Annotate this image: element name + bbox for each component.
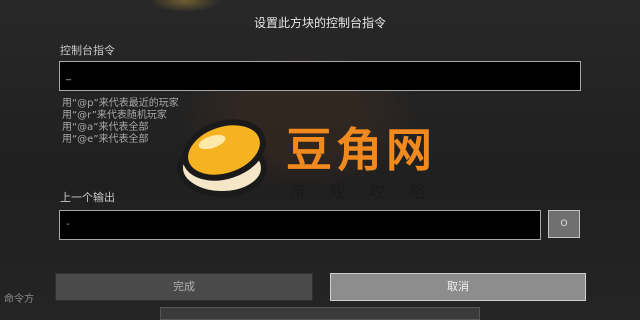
screen-title: 设置此方块的控制台指令 (253, 16, 386, 30)
cancel-button[interactable]: 取消 (330, 273, 586, 301)
hotbar (160, 307, 480, 320)
hint-line: 用“@r”来代表随机玩家 (62, 110, 167, 121)
command-label: 控制台指令 (60, 44, 115, 57)
bean-logo-icon (177, 119, 267, 197)
output-toggle-button[interactable]: O (548, 210, 580, 238)
previous-output-label: 上一个输出 (60, 191, 115, 204)
selector-hints: 用“@p”来代表最近的玩家 用“@r”来代表随机玩家 用“@a”来代表全部 用“… (62, 98, 179, 146)
watermark-subtitle: 游戏攻略 (288, 182, 448, 203)
previous-output-field: - (59, 210, 541, 240)
hint-line: 用“@p”来代表最近的玩家 (62, 98, 179, 109)
hint-line: 用“@a”来代表全部 (62, 122, 149, 133)
command-input[interactable]: _ (59, 61, 581, 91)
command-block-label: 命令方 (4, 294, 34, 305)
done-button[interactable]: 完成 (55, 273, 313, 301)
watermark-title: 豆角网 (286, 123, 436, 177)
hint-line: 用“@e”来代表全部 (62, 134, 149, 145)
